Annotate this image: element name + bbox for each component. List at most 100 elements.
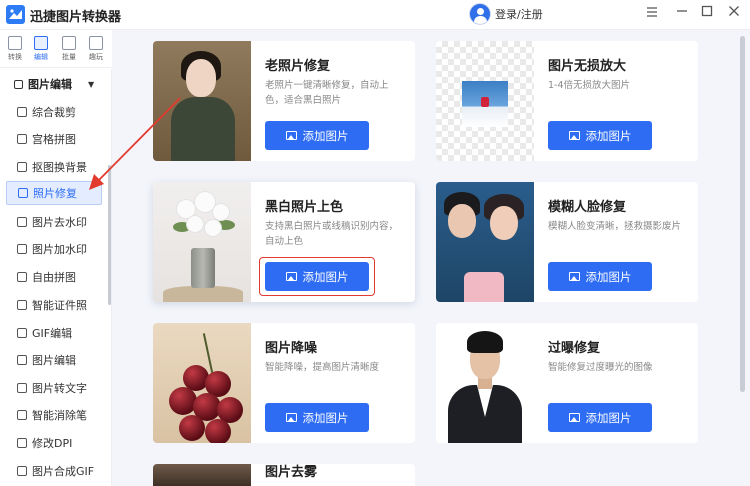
card-title: 图片降噪 [265, 341, 318, 356]
cutout-icon [17, 162, 27, 172]
card-title: 过曝修复 [548, 341, 601, 356]
dpi-icon [17, 438, 27, 448]
add-image-button[interactable]: 添加图片 [548, 121, 652, 150]
rail-label: 趣玩 [89, 53, 103, 61]
sidebar-item-free-collage[interactable]: 自由拼图 [6, 265, 102, 289]
add-image-button[interactable]: 添加图片 [259, 257, 375, 296]
card-description: 模糊人脸变清晰，拯救摄影废片 [548, 221, 682, 232]
grid-icon [17, 134, 27, 144]
sidebar-item-photo-repair[interactable]: 照片修复 [6, 181, 102, 205]
card-lossless-upscale: 图片无损放大 1-4倍无损放大图片 添加图片 [436, 41, 698, 161]
sidebar-item-label: 照片修复 [33, 187, 77, 200]
button-label: 添加图片 [585, 128, 632, 143]
gif-icon [17, 328, 27, 338]
edit-icon [34, 36, 48, 50]
sidebar-item-dpi[interactable]: 修改DPI [6, 431, 102, 455]
sidebar-item-label: 自由拼图 [32, 271, 76, 284]
add-watermark-icon [17, 244, 27, 254]
sidebar-item-gif-compose[interactable]: 图片合成GIF [6, 459, 102, 483]
convert-icon [8, 36, 22, 50]
sidebar-item-label: 综合裁剪 [32, 106, 76, 119]
sidebar-item-grid-collage[interactable]: 宫格拼图 [6, 127, 102, 151]
rail-item-edit[interactable]: 编辑 [30, 36, 52, 62]
card-colorize: 黑白照片上色 支持黑白照片或线稿识别内容，自动上色 添加图片 [153, 182, 415, 302]
add-image-button[interactable]: 添加图片 [548, 403, 652, 432]
ocr-icon [17, 383, 27, 393]
card-blurry-face-repair: 模糊人脸修复 模糊人脸变清晰，拯救摄影废片 添加图片 [436, 182, 698, 302]
sidebar-item-label: 图片转文字 [32, 382, 87, 395]
login-label: 登录/注册 [495, 8, 543, 21]
dehaze-thumbnail [153, 464, 251, 486]
collage-icon [17, 272, 27, 282]
card-description: 智能修复过度曝光的图像 [548, 362, 653, 373]
add-image-button[interactable]: 添加图片 [548, 262, 652, 291]
rail-label: 转换 [8, 53, 22, 61]
sidebar-item-image-edit[interactable]: 图片编辑 [6, 348, 102, 372]
image-icon [285, 272, 297, 281]
face-thumbnail [436, 182, 534, 302]
denoise-thumbnail [153, 323, 251, 443]
sidebar-item-label: 智能证件照 [32, 299, 87, 312]
gif-compose-icon [17, 466, 27, 476]
sidebar-item-cutout[interactable]: 抠图换背景 [6, 155, 102, 179]
login-button[interactable]: 登录/注册 [469, 3, 543, 25]
rail-item-batch[interactable]: 批量 [58, 36, 80, 62]
add-image-button[interactable]: 添加图片 [265, 403, 369, 432]
menu-icon[interactable] [642, 4, 662, 24]
card-title: 图片无损放大 [548, 59, 627, 74]
old-photo-thumbnail [153, 41, 251, 161]
app-logo-icon [6, 5, 25, 24]
chevron-down-icon: ▼ [88, 79, 95, 89]
minimize-icon[interactable] [672, 4, 692, 24]
button-label: 添加图片 [302, 128, 349, 143]
card-title: 模糊人脸修复 [548, 200, 627, 215]
image-icon [568, 131, 580, 140]
rail-item-fun[interactable]: 趣玩 [85, 36, 107, 62]
mode-rail: 转换 编辑 批量 趣玩 [0, 30, 112, 68]
avatar [469, 3, 491, 25]
sidebar-item-remove-watermark[interactable]: 图片去水印 [6, 210, 102, 234]
add-image-button[interactable]: 添加图片 [265, 121, 369, 150]
close-icon[interactable] [724, 4, 744, 24]
fun-icon [89, 36, 103, 50]
card-dehaze: 图片去雾 [153, 464, 415, 486]
highlight-box [259, 257, 375, 296]
batch-icon [62, 36, 76, 50]
main-scrollbar[interactable] [740, 36, 745, 392]
main-content: 老照片修复 老照片一键清晰修复，自动上色，适合黑白照片 添加图片 图片无损放大 … [112, 30, 750, 486]
sidebar-item-id-photo[interactable]: 智能证件照 [6, 293, 102, 317]
id-photo-icon [17, 300, 27, 310]
rail-item-convert[interactable]: 转换 [4, 36, 26, 62]
sidebar-item-label: 图片合成GIF [32, 465, 95, 478]
remove-watermark-icon [17, 217, 27, 227]
card-description: 支持黑白照片或线稿识别内容，自动上色 [265, 221, 399, 247]
button-label: 添加图片 [302, 410, 349, 425]
image-icon [285, 131, 297, 140]
sidebar-item-label: 智能消除笔 [32, 409, 87, 422]
sidebar-section-title: 图片编辑 [28, 78, 72, 91]
card-description: 1-4倍无损放大图片 [548, 80, 631, 91]
sidebar-item-label: 图片加水印 [32, 243, 87, 256]
sidebar-item-eraser[interactable]: 智能消除笔 [6, 403, 102, 427]
sidebar-item-label: 图片编辑 [32, 354, 76, 367]
sidebar-scrollbar[interactable] [108, 165, 111, 305]
sidebar-section-image-edit[interactable]: 图片编辑 ▼ [14, 76, 94, 92]
sidebar-item-ocr[interactable]: 图片转文字 [6, 376, 102, 400]
rail-label: 批量 [62, 53, 76, 61]
maximize-icon[interactable] [697, 4, 717, 24]
photo-repair-icon [18, 188, 28, 198]
card-description: 智能降噪，提高图片清晰度 [265, 362, 380, 373]
overexposure-thumbnail [436, 323, 534, 443]
sidebar: 图片编辑 ▼ 综合裁剪 宫格拼图 抠图换背景 照片修复 图片去水印 图片加水印 … [0, 69, 112, 486]
card-description: 老照片一键清晰修复，自动上色，适合黑白照片 [265, 80, 389, 106]
sidebar-item-gif-edit[interactable]: GIF编辑 [6, 321, 102, 345]
title-bar: 迅捷图片转换器 登录/注册 [0, 0, 750, 30]
sidebar-item-crop[interactable]: 综合裁剪 [6, 100, 102, 124]
card-title: 图片去雾 [265, 465, 318, 480]
card-denoise: 图片降噪 智能降噪，提高图片清晰度 添加图片 [153, 323, 415, 443]
image-icon [568, 272, 580, 281]
sidebar-item-add-watermark[interactable]: 图片加水印 [6, 237, 102, 261]
app-title: 迅捷图片转换器 [30, 10, 122, 25]
colorize-thumbnail [153, 182, 251, 302]
image-icon [285, 413, 297, 422]
